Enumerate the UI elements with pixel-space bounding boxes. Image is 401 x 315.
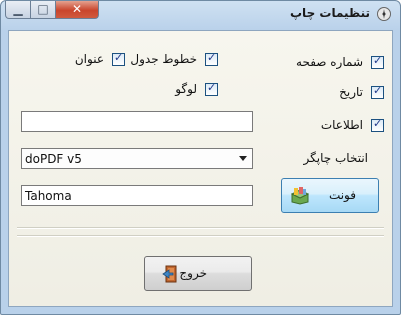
logo-checkbox[interactable] (205, 81, 218, 96)
info-label: اطلاعات (320, 118, 363, 132)
exit-button[interactable]: خروج (144, 256, 252, 291)
separator-lower (17, 235, 384, 237)
info-checkbox[interactable] (371, 117, 384, 132)
close-button[interactable]: ✕ (56, 1, 99, 19)
font-field[interactable]: Tahoma (21, 185, 253, 206)
date-checkbox[interactable] (371, 84, 384, 99)
maximize-button[interactable]: □ (31, 1, 56, 19)
font-button[interactable]: فونت (281, 178, 379, 213)
maximize-icon: □ (37, 2, 49, 16)
minimize-icon: ▁ (13, 2, 23, 16)
printer-select-value: doPDF v5 (25, 152, 82, 166)
chevron-down-icon (239, 156, 247, 161)
title-bar[interactable]: ▁ □ ✕ تنظیمات چاپ (1, 1, 400, 27)
minimize-button[interactable]: ▁ (5, 1, 31, 19)
text-input[interactable] (21, 111, 253, 132)
print-settings-window: ▁ □ ✕ تنظیمات چاپ شماره صفحه تاریخ اطلاع… (0, 0, 401, 315)
printer-select[interactable]: doPDF v5 (21, 148, 253, 169)
font-box-icon (290, 187, 310, 205)
title-label: عنوان (74, 52, 104, 66)
separator (17, 227, 384, 229)
printer-select-label: انتخاب چاپگر (303, 151, 368, 165)
close-icon: ✕ (71, 2, 83, 16)
font-field-value: Tahoma (25, 189, 72, 203)
page-number-checkbox[interactable] (371, 54, 384, 69)
page-number-label: شماره صفحه (296, 55, 363, 69)
date-label: تاریخ (339, 85, 363, 99)
font-button-label: فونت (328, 188, 356, 202)
table-lines-checkbox[interactable] (205, 51, 218, 66)
dialog-body: شماره صفحه تاریخ اطلاعات خطوط جدول عنوان… (8, 30, 393, 307)
logo-label: لوگو (175, 82, 197, 96)
exit-button-label: خروج (179, 266, 207, 280)
title-checkbox[interactable] (112, 51, 125, 66)
window-title: تنظیمات چاپ (290, 6, 370, 20)
table-lines-label: خطوط جدول (130, 52, 197, 66)
app-icon (377, 7, 391, 21)
